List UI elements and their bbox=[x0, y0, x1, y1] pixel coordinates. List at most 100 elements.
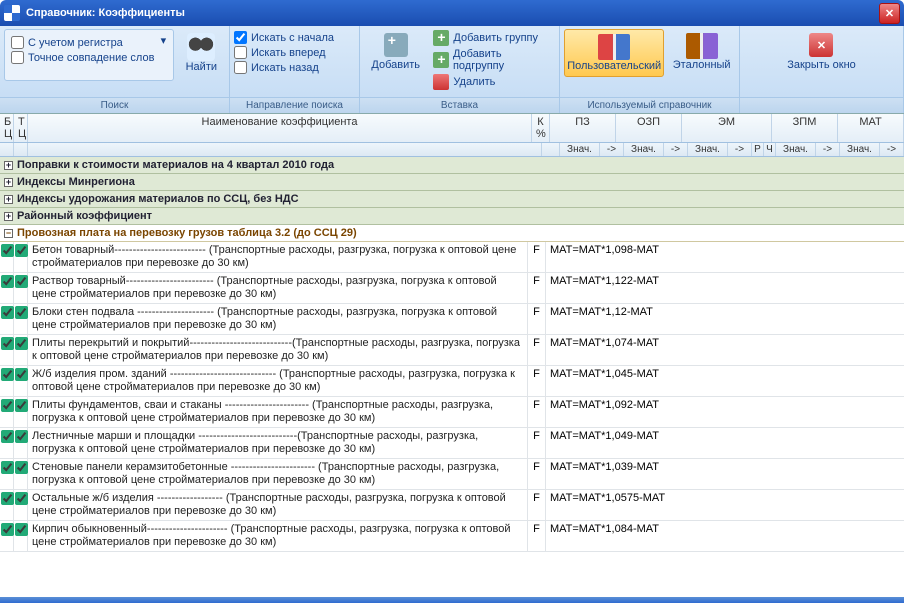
row-check-bc[interactable] bbox=[1, 368, 14, 381]
row-check-tc[interactable] bbox=[15, 368, 28, 381]
expand-icon[interactable]: + bbox=[4, 161, 13, 170]
group-label: Индексы удорожания материалов по ССЦ, бе… bbox=[17, 193, 299, 205]
find-button[interactable]: Найти bbox=[178, 29, 225, 77]
exact-match-checkbox[interactable]: Точное совпадение слов bbox=[11, 51, 155, 64]
user-reference-button[interactable]: Пользовательский bbox=[564, 29, 664, 77]
group-label: Провозная плата на перевозку грузов табл… bbox=[17, 227, 357, 239]
row-formula: МАТ=МАТ*1,039-МАТ bbox=[546, 459, 904, 489]
row-formula: МАТ=МАТ*1,049-МАТ bbox=[546, 428, 904, 458]
group-label-direction: Направление поиска bbox=[230, 97, 359, 113]
row-check-bc[interactable] bbox=[1, 275, 14, 288]
row-check-bc[interactable] bbox=[1, 492, 14, 505]
row-check-tc[interactable] bbox=[15, 275, 28, 288]
row-formula: МАТ=МАТ*1,084-МАТ bbox=[546, 521, 904, 551]
col-pz[interactable]: ПЗ bbox=[550, 114, 616, 142]
table-row[interactable]: Раствор товарный------------------------… bbox=[0, 273, 904, 304]
delete-button[interactable]: Удалить bbox=[431, 73, 555, 91]
book-icon bbox=[686, 33, 718, 59]
col-ozp[interactable]: ОЗП bbox=[616, 114, 682, 142]
col-mat[interactable]: МАТ bbox=[838, 114, 904, 142]
close-window-button[interactable]: ✕ Закрыть окно bbox=[779, 29, 864, 75]
row-name: Блоки стен подвала ---------------------… bbox=[28, 304, 528, 334]
search-forward[interactable]: Искать вперед bbox=[234, 46, 334, 59]
close-icon[interactable]: ✕ bbox=[879, 3, 900, 24]
row-formula: МАТ=МАТ*1,12-МАТ bbox=[546, 304, 904, 334]
add-subgroup-button[interactable]: Добавить подгруппу bbox=[431, 47, 555, 73]
table-row[interactable]: Ж/б изделия пром. зданий ---------------… bbox=[0, 366, 904, 397]
col-bc[interactable]: Б Ц bbox=[0, 114, 14, 142]
row-check-tc[interactable] bbox=[15, 337, 28, 350]
row-k: F bbox=[528, 428, 546, 458]
table-row[interactable]: Остальные ж/б изделия ------------------… bbox=[0, 490, 904, 521]
row-check-bc[interactable] bbox=[1, 399, 14, 412]
row-check-bc[interactable] bbox=[1, 430, 14, 443]
row-formula: МАТ=МАТ*1,045-МАТ bbox=[546, 366, 904, 396]
case-sensitive-checkbox[interactable]: С учетом регистра bbox=[11, 36, 155, 49]
row-name: Стеновые панели керамзитобетонные ------… bbox=[28, 459, 528, 489]
group-row[interactable]: + Поправки к стоимости материалов на 4 кв… bbox=[0, 157, 904, 174]
sub-header: Знач.-> Знач.-> Знач.-> РЧ Знач.-> Знач.… bbox=[0, 143, 904, 157]
row-formula: МАТ=МАТ*1,092-МАТ bbox=[546, 397, 904, 427]
col-em[interactable]: ЭМ bbox=[682, 114, 772, 142]
row-k: F bbox=[528, 521, 546, 551]
row-check-tc[interactable] bbox=[15, 461, 28, 474]
row-name: Плиты перекрытий и покрытий-------------… bbox=[28, 335, 528, 365]
row-check-tc[interactable] bbox=[15, 492, 28, 505]
row-check-tc[interactable] bbox=[15, 399, 28, 412]
expand-icon[interactable]: + bbox=[4, 178, 13, 187]
row-check-tc[interactable] bbox=[15, 430, 28, 443]
expand-icon[interactable]: + bbox=[4, 212, 13, 221]
row-formula: МАТ=МАТ*1,098-МАТ bbox=[546, 242, 904, 272]
row-name: Бетон товарный------------------------- … bbox=[28, 242, 528, 272]
column-header: Б Ц Т Ц Наименование коэффициента К % ПЗ… bbox=[0, 114, 904, 143]
plus-icon bbox=[433, 30, 449, 46]
search-backward[interactable]: Искать назад bbox=[234, 61, 334, 74]
app-icon bbox=[4, 5, 20, 21]
binoculars-icon bbox=[187, 33, 215, 61]
data-grid[interactable]: + Поправки к стоимости материалов на 4 кв… bbox=[0, 157, 904, 597]
group-row[interactable]: + Индексы Минрегиона bbox=[0, 174, 904, 191]
row-check-bc[interactable] bbox=[1, 337, 14, 350]
search-from-start[interactable]: Искать с начала bbox=[234, 31, 334, 44]
group-label: Поправки к стоимости материалов на 4 ква… bbox=[17, 159, 334, 171]
table-row[interactable]: Бетон товарный------------------------- … bbox=[0, 242, 904, 273]
row-check-bc[interactable] bbox=[1, 306, 14, 319]
table-row[interactable]: Плиты фундаментов, сваи и стаканы ------… bbox=[0, 397, 904, 428]
row-name: Ж/б изделия пром. зданий ---------------… bbox=[28, 366, 528, 396]
group-row[interactable]: + Индексы удорожания материалов по ССЦ, б… bbox=[0, 191, 904, 208]
add-button[interactable]: Добавить bbox=[364, 29, 427, 75]
plus-icon bbox=[433, 52, 449, 68]
row-check-tc[interactable] bbox=[15, 306, 28, 319]
row-check-bc[interactable] bbox=[1, 244, 14, 257]
row-formula: МАТ=МАТ*1,0575-МАТ bbox=[546, 490, 904, 520]
expand-icon[interactable]: + bbox=[4, 195, 13, 204]
col-zpm[interactable]: ЗПМ bbox=[772, 114, 838, 142]
table-row[interactable]: Стеновые панели керамзитобетонные ------… bbox=[0, 459, 904, 490]
row-k: F bbox=[528, 459, 546, 489]
col-tc[interactable]: Т Ц bbox=[14, 114, 28, 142]
row-formula: МАТ=МАТ*1,074-МАТ bbox=[546, 335, 904, 365]
col-k[interactable]: К % bbox=[532, 114, 550, 142]
row-check-tc[interactable] bbox=[15, 244, 28, 257]
row-check-bc[interactable] bbox=[1, 523, 14, 536]
row-check-tc[interactable] bbox=[15, 523, 28, 536]
row-k: F bbox=[528, 273, 546, 303]
group-label-insert: Вставка bbox=[360, 97, 559, 113]
row-k: F bbox=[528, 490, 546, 520]
row-check-bc[interactable] bbox=[1, 461, 14, 474]
table-row[interactable]: Плиты перекрытий и покрытий-------------… bbox=[0, 335, 904, 366]
add-group-button[interactable]: Добавить группу bbox=[431, 29, 555, 47]
col-name[interactable]: Наименование коэффициента bbox=[28, 114, 532, 142]
standard-reference-button[interactable]: Эталонный bbox=[668, 29, 735, 75]
table-row[interactable]: Кирпич обыкновенный---------------------… bbox=[0, 521, 904, 552]
group-row[interactable]: −Провозная плата на перевозку грузов таб… bbox=[0, 225, 904, 242]
group-label: Индексы Минрегиона bbox=[17, 176, 135, 188]
table-row[interactable]: Блоки стен подвала ---------------------… bbox=[0, 304, 904, 335]
row-k: F bbox=[528, 366, 546, 396]
expand-icon[interactable]: − bbox=[4, 229, 13, 238]
book-icon bbox=[598, 34, 630, 60]
table-row[interactable]: Лестничные марши и площадки ------------… bbox=[0, 428, 904, 459]
plus-icon bbox=[384, 33, 408, 57]
row-k: F bbox=[528, 397, 546, 427]
group-row[interactable]: +Районный коэффициент bbox=[0, 208, 904, 225]
